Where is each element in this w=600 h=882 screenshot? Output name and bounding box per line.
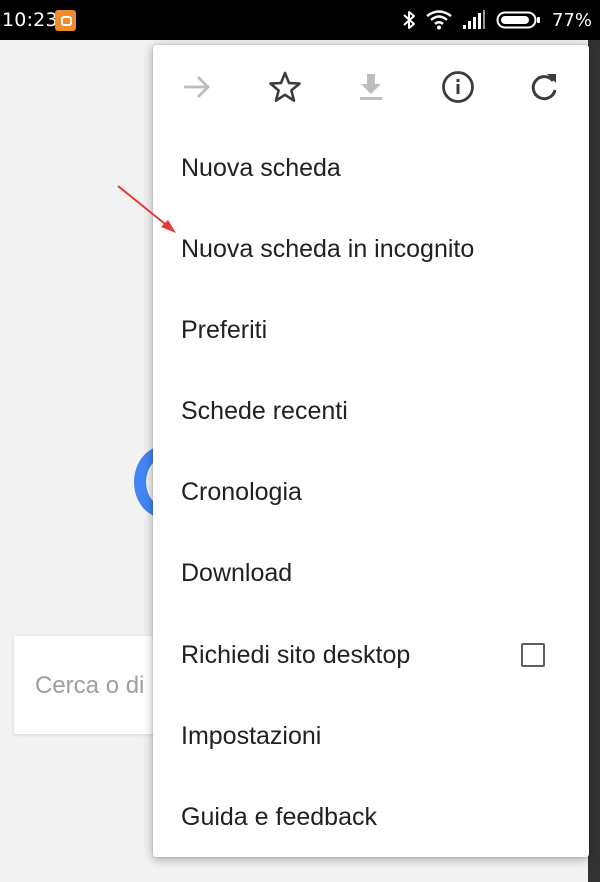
menu-item-history[interactable]: Cronologia (153, 454, 589, 534)
annotation-arrow-icon (117, 185, 176, 233)
status-icons: 77% (402, 8, 592, 32)
menu-item-downloads[interactable]: Download (153, 535, 589, 615)
download-icon (360, 74, 382, 100)
desktop-site-checkbox[interactable] (521, 643, 545, 667)
menu-item-settings[interactable]: Impostazioni (153, 698, 589, 778)
menu-item-label: Preferiti (181, 316, 268, 344)
menu-item-label: Nuova scheda in incognito (181, 235, 475, 263)
menu-item-label: Cronologia (181, 478, 302, 506)
menu-item-help-feedback[interactable]: Guida e feedback (153, 779, 589, 859)
status-bar: 10:23 77% (0, 0, 600, 40)
forward-button[interactable] (175, 65, 219, 109)
info-icon (442, 71, 474, 103)
menu-item-label: Nuova scheda (181, 154, 341, 182)
battery-percent: 77% (551, 9, 592, 31)
battery-icon (496, 11, 540, 29)
search-placeholder: Cerca o di (35, 672, 145, 699)
signal-icon (462, 10, 485, 29)
forward-icon (184, 76, 210, 98)
menu-item-label: Download (181, 559, 293, 587)
menu-item-recent-tabs[interactable]: Schede recenti (153, 373, 589, 453)
bluetooth-icon (403, 11, 415, 29)
menu-item-label: Guida e feedback (181, 803, 377, 831)
menu-item-label: Schede recenti (181, 397, 348, 425)
bookmark-button[interactable] (263, 65, 307, 109)
wifi-icon (426, 10, 452, 30)
reload-icon (531, 74, 557, 101)
menu-item-label: Richiedi sito desktop (181, 641, 411, 669)
menu-item-request-desktop-site[interactable]: Richiedi sito desktop (153, 617, 589, 697)
menu-item-new-incognito-tab[interactable]: Nuova scheda in incognito (153, 211, 589, 291)
app-notification-icon (55, 10, 76, 31)
page-info-button[interactable] (436, 65, 480, 109)
status-time: 10:23 (2, 9, 58, 31)
reload-button[interactable] (522, 65, 566, 109)
menu-toolbar (153, 45, 589, 133)
menu-item-label: Impostazioni (181, 722, 322, 750)
star-icon (269, 71, 301, 102)
menu-item-bookmarks[interactable]: Preferiti (153, 292, 589, 372)
page-edge (588, 40, 600, 882)
overflow-menu: Nuova scheda Nuova scheda in incognito P… (153, 45, 589, 857)
download-page-button[interactable] (349, 65, 393, 109)
menu-item-new-tab[interactable]: Nuova scheda (153, 130, 589, 210)
